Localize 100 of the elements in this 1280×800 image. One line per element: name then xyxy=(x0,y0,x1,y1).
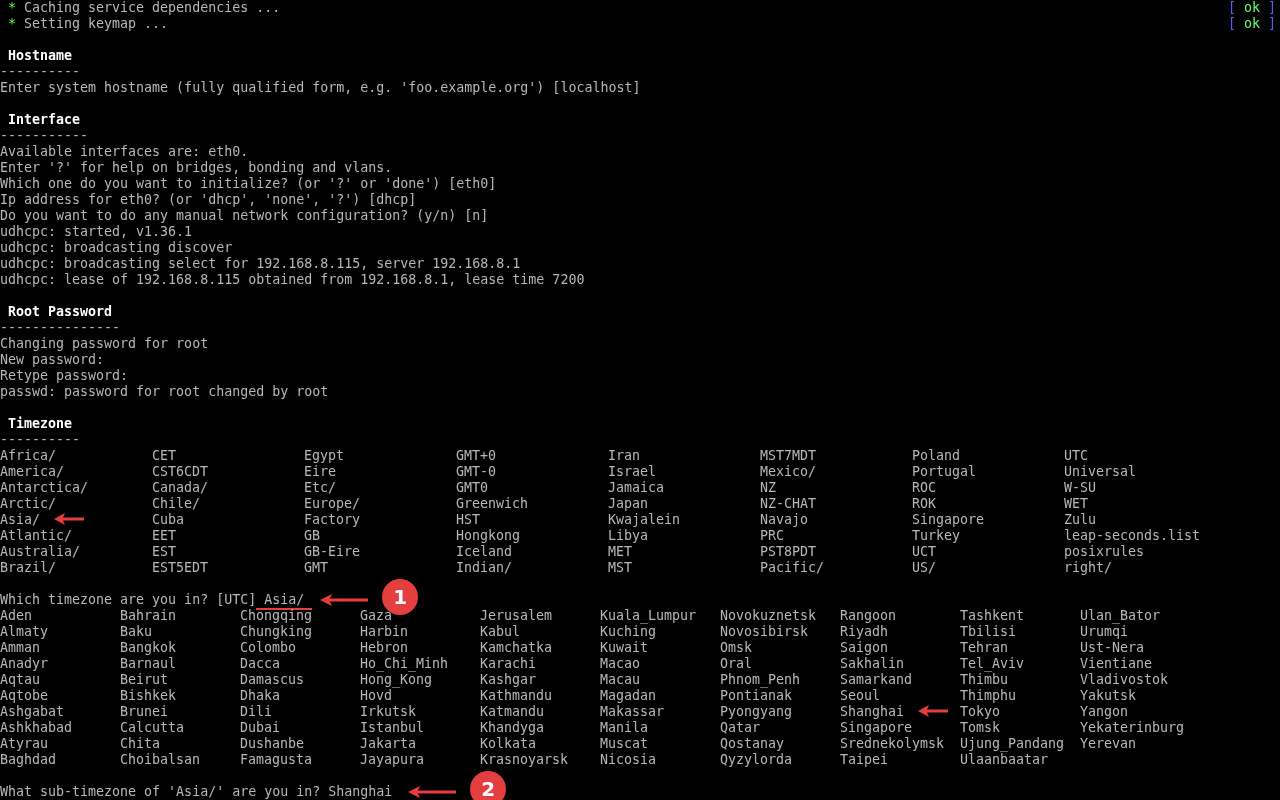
timezone-entry: MST7MDT xyxy=(760,448,817,464)
timezone-entry: Qatar xyxy=(720,720,761,736)
timezone-entry: Sakhalin xyxy=(840,656,905,672)
status-message: Setting keymap ... xyxy=(24,16,169,32)
timezone-entry: Universal xyxy=(1064,464,1137,480)
timezone-entry: CST6CDT xyxy=(152,464,209,480)
timezone-entry: Kashgar xyxy=(480,672,537,688)
timezone-entry: EST5EDT xyxy=(152,560,209,576)
console-line: Ip address for eth0? (or 'dhcp', 'none', '?') [dhcp] xyxy=(0,192,417,208)
section-heading: Root Password xyxy=(8,304,113,320)
timezone-entry: Cuba xyxy=(152,512,185,528)
timezone-entry: Macau xyxy=(600,672,641,688)
timezone-entry: Macao xyxy=(600,656,641,672)
timezone-entry: Singapore xyxy=(912,512,985,528)
timezone-entry: Pacific/ xyxy=(760,560,825,576)
timezone-entry: Beirut xyxy=(120,672,169,688)
timezone-entry: Vientiane xyxy=(1080,656,1153,672)
timezone-entry: Factory xyxy=(304,512,361,528)
timezone-entry: NZ xyxy=(760,480,776,496)
timezone-entry: right/ xyxy=(1064,560,1113,576)
timezone-entry: Jakarta xyxy=(360,736,417,752)
timezone-entry: Yakutsk xyxy=(1080,688,1137,704)
timezone-entry: Shanghai xyxy=(840,704,905,720)
timezone-entry: Saigon xyxy=(840,640,889,656)
timezone-entry: Indian/ xyxy=(456,560,513,576)
timezone-entry: PST8PDT xyxy=(760,544,817,560)
timezone-entry: leap-seconds.list xyxy=(1064,528,1201,544)
timezone-entry: EET xyxy=(152,528,177,544)
timezone-entry: Aqtobe xyxy=(0,688,49,704)
timezone-entry: Nicosia xyxy=(600,752,657,768)
timezone-entry: Khandyga xyxy=(480,720,545,736)
timezone-entry: Srednekolymsk xyxy=(840,736,945,752)
heading-rule: ---------- xyxy=(0,432,81,448)
prompt-answer: Asia/ xyxy=(256,592,313,610)
timezone-entry: Gaza xyxy=(360,608,393,624)
timezone-entry: Thimbu xyxy=(960,672,1009,688)
timezone-entry: Qyzylorda xyxy=(720,752,793,768)
timezone-entry: Vladivostok xyxy=(1080,672,1169,688)
timezone-entry: Brazil/ xyxy=(0,560,57,576)
timezone-entry: Tashkent xyxy=(960,608,1025,624)
timezone-entry: Samarkand xyxy=(840,672,913,688)
timezone-entry: GB xyxy=(304,528,320,544)
timezone-entry: Riyadh xyxy=(840,624,889,640)
status-result: [ ok ] xyxy=(1228,16,1276,32)
timezone-entry: Jamaica xyxy=(608,480,665,496)
timezone-entry: Yangon xyxy=(1080,704,1129,720)
timezone-entry: Calcutta xyxy=(120,720,185,736)
heading-rule: ---------- xyxy=(0,64,81,80)
timezone-entry: Hongkong xyxy=(456,528,521,544)
timezone-entry: Asia/ xyxy=(0,512,41,528)
timezone-entry: Jerusalem xyxy=(480,608,553,624)
status-result: [ ok ] xyxy=(1228,0,1276,16)
annotation-arrow xyxy=(408,786,457,798)
timezone-entry: Ulaanbaatar xyxy=(960,752,1049,768)
timezone-entry: Aden xyxy=(0,608,33,624)
timezone-entry: US/ xyxy=(912,560,937,576)
timezone-entry: Dhaka xyxy=(240,688,281,704)
timezone-entry: Zulu xyxy=(1064,512,1097,528)
timezone-entry: Poland xyxy=(912,448,961,464)
timezone-entry: Bahrain xyxy=(120,608,177,624)
timezone-entry: Bangkok xyxy=(120,640,177,656)
timezone-entry: Ho_Chi_Minh xyxy=(360,656,449,672)
console-line: New password: xyxy=(0,352,105,368)
console-line: passwd: password for root changed by root xyxy=(0,384,329,400)
timezone-entry: Chita xyxy=(120,736,161,752)
timezone-entry: Makassar xyxy=(600,704,665,720)
console-line: Which one do you want to initialize? (or '?' or 'done') [eth0] xyxy=(0,176,497,192)
status-bullet: * xyxy=(8,0,16,16)
timezone-entry: Tel_Aviv xyxy=(960,656,1025,672)
timezone-entry: PRC xyxy=(760,528,785,544)
timezone-entry: Dubai xyxy=(240,720,281,736)
timezone-entry: Ujung_Pandang xyxy=(960,736,1065,752)
timezone-entry: Seoul xyxy=(840,688,881,704)
timezone-entry: Iran xyxy=(608,448,641,464)
timezone-entry: Atyrau xyxy=(0,736,49,752)
step-number-badge: 2 xyxy=(470,771,507,800)
timezone-entry: Kathmandu xyxy=(480,688,553,704)
timezone-entry: HST xyxy=(456,512,481,528)
timezone-entry: Dacca xyxy=(240,656,281,672)
console-line: Enter '?' for help on bridges, bonding and vlans. xyxy=(0,160,393,176)
timezone-entry: Kabul xyxy=(480,624,521,640)
timezone-entry: Baghdad xyxy=(0,752,57,768)
timezone-entry: UTC xyxy=(1064,448,1089,464)
timezone-entry: GB-Eire xyxy=(304,544,361,560)
timezone-entry: Australia/ xyxy=(0,544,81,560)
timezone-entry: Taipei xyxy=(840,752,889,768)
timezone-entry: Chongqing xyxy=(240,608,313,624)
timezone-entry: posixrules xyxy=(1064,544,1145,560)
timezone-entry: Colombo xyxy=(240,640,297,656)
timezone-entry: Rangoon xyxy=(840,608,897,624)
timezone-entry: Kuching xyxy=(600,624,657,640)
timezone-entry: EST xyxy=(152,544,177,560)
timezone-entry: Harbin xyxy=(360,624,409,640)
timezone-entry: Oral xyxy=(720,656,753,672)
timezone-entry: Africa/ xyxy=(0,448,57,464)
timezone-entry: Yerevan xyxy=(1080,736,1137,752)
timezone-entry: Istanbul xyxy=(360,720,425,736)
timezone-entry: Portugal xyxy=(912,464,977,480)
timezone-entry: Canada/ xyxy=(152,480,209,496)
timezone-entry: Chile/ xyxy=(152,496,201,512)
